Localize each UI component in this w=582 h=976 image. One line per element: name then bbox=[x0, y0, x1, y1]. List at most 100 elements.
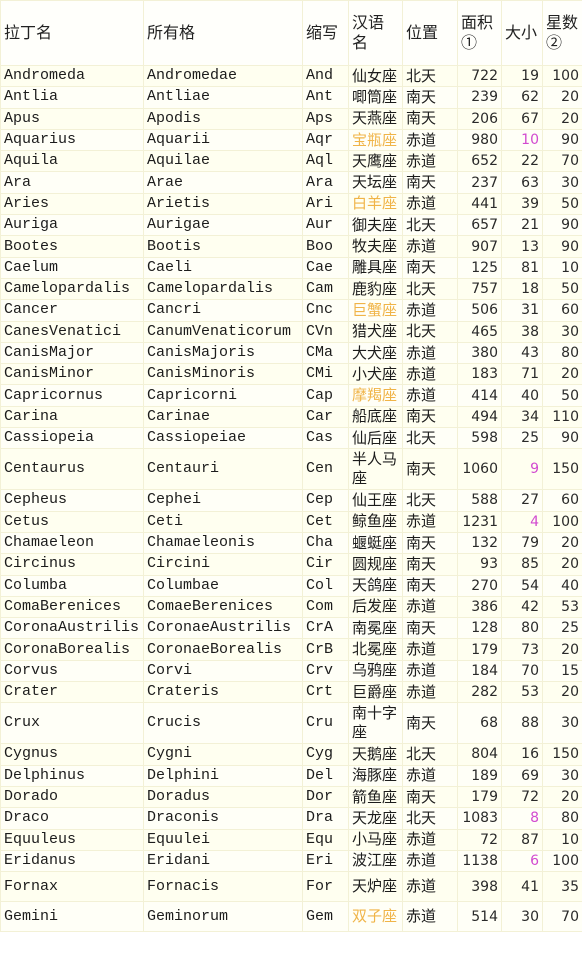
table-row: Capricornus Capricorni Cap 摩羯座 赤道 414 40 50 bbox=[0, 384, 582, 407]
cell-star-count: 53 bbox=[542, 595, 582, 619]
cell-latin-name: Centaurus bbox=[0, 448, 144, 491]
cell-genitive: Apodis bbox=[143, 107, 303, 130]
cell-latin-name: Cygnus bbox=[0, 743, 144, 766]
cell-latin-name: Andromeda bbox=[0, 64, 144, 88]
cell-position: 赤道 bbox=[402, 681, 458, 704]
cell-position: 赤道 bbox=[402, 659, 458, 683]
cell-latin-name: Dorado bbox=[0, 785, 144, 809]
cell-abbreviation: Cnc bbox=[302, 299, 349, 322]
cell-area: 980 bbox=[457, 128, 502, 152]
cell-chinese-name: 波江座 bbox=[348, 849, 403, 873]
cell-area: 506 bbox=[457, 299, 502, 322]
cell-position: 赤道 bbox=[402, 764, 458, 787]
table-row: Corvus Corvi Crv 乌鸦座 赤道 184 70 15 bbox=[0, 659, 582, 683]
cell-position: 南天 bbox=[402, 171, 458, 194]
cell-area: 239 bbox=[457, 86, 502, 109]
cell-genitive: Cephei bbox=[143, 489, 303, 512]
cell-abbreviation: Eri bbox=[302, 849, 349, 873]
cell-genitive: CanisMinoris bbox=[143, 363, 303, 386]
cell-position: 赤道 bbox=[402, 128, 458, 152]
cell-position: 赤道 bbox=[402, 384, 458, 407]
cell-size-rank: 22 bbox=[501, 150, 543, 173]
cell-star-count: 100 bbox=[542, 849, 582, 873]
cell-latin-name: Eridanus bbox=[0, 849, 144, 873]
cell-position: 北天 bbox=[402, 277, 458, 301]
cell-position: 北天 bbox=[402, 427, 458, 450]
cell-genitive: Eridani bbox=[143, 849, 303, 873]
cell-genitive: ComaeBerenices bbox=[143, 595, 303, 619]
cell-size-rank: 70 bbox=[501, 659, 543, 683]
table-row: Fornax Fornacis For 天炉座 赤道 398 41 35 bbox=[0, 871, 582, 903]
cell-star-count: 10 bbox=[542, 828, 582, 851]
cell-abbreviation: Aql bbox=[302, 150, 349, 173]
cell-chinese-name: 御夫座 bbox=[348, 214, 403, 237]
cell-genitive: Carinae bbox=[143, 405, 303, 429]
cell-position: 赤道 bbox=[402, 849, 458, 873]
constellation-table: 拉丁名 所有格 缩写 汉语名 位置 面积① 大小 星数② Andromeda An… bbox=[0, 0, 582, 933]
cell-area: 514 bbox=[457, 901, 502, 933]
cell-genitive: Delphini bbox=[143, 764, 303, 787]
cell-latin-name: Caelum bbox=[0, 256, 144, 279]
cell-latin-name: Auriga bbox=[0, 214, 144, 237]
cell-position: 北天 bbox=[402, 64, 458, 88]
cell-position: 北天 bbox=[402, 214, 458, 237]
cell-abbreviation: Cap bbox=[302, 384, 349, 407]
cell-latin-name: Draco bbox=[0, 807, 144, 830]
cell-abbreviation: Ara bbox=[302, 171, 349, 194]
cell-latin-name: Carina bbox=[0, 405, 144, 429]
cell-abbreviation: Col bbox=[302, 574, 349, 597]
cell-genitive: Crucis bbox=[143, 702, 303, 745]
cell-latin-name: Capricornus bbox=[0, 384, 144, 407]
cell-chinese-name: 南冕座 bbox=[348, 617, 403, 640]
cell-area: 386 bbox=[457, 595, 502, 619]
cell-area: 414 bbox=[457, 384, 502, 407]
table-row: Cassiopeia Cassiopeiae Cas 仙后座 北天 598 25 90 bbox=[0, 427, 582, 450]
cell-star-count: 150 bbox=[542, 448, 582, 491]
table-row: Equuleus Equulei Equ 小马座 赤道 72 87 10 bbox=[0, 828, 582, 851]
cell-latin-name: Cetus bbox=[0, 510, 144, 533]
cell-area: 380 bbox=[457, 341, 502, 365]
cell-position: 赤道 bbox=[402, 828, 458, 851]
cell-position: 北天 bbox=[402, 743, 458, 766]
cell-area: 68 bbox=[457, 702, 502, 745]
cell-genitive: Cassiopeiae bbox=[143, 427, 303, 450]
cell-star-count: 35 bbox=[542, 871, 582, 903]
table-row: CanisMinor CanisMinoris CMi 小犬座 赤道 183 71 20 bbox=[0, 363, 582, 386]
cell-chinese-name: 天鹰座 bbox=[348, 150, 403, 173]
header-latin-name: 拉丁名 bbox=[0, 0, 144, 66]
cell-star-count: 10 bbox=[542, 256, 582, 279]
cell-chinese-name: 乌鸦座 bbox=[348, 659, 403, 683]
cell-genitive: Doradus bbox=[143, 785, 303, 809]
table-row: Cygnus Cygni Cyg 天鹅座 北天 804 16 150 bbox=[0, 743, 582, 766]
cell-position: 赤道 bbox=[402, 235, 458, 258]
table-row: Ara Arae Ara 天坛座 南天 237 63 30 bbox=[0, 171, 582, 194]
cell-size-rank: 88 bbox=[501, 702, 543, 745]
cell-star-count: 15 bbox=[542, 659, 582, 683]
cell-position: 赤道 bbox=[402, 192, 458, 216]
cell-abbreviation: Dor bbox=[302, 785, 349, 809]
cell-position: 赤道 bbox=[402, 150, 458, 173]
cell-latin-name: Cancer bbox=[0, 299, 144, 322]
cell-genitive: Arae bbox=[143, 171, 303, 194]
cell-genitive: Corvi bbox=[143, 659, 303, 683]
cell-position: 南天 bbox=[402, 405, 458, 429]
table-row: CoronaAustrilis CoronaeAustrilis CrA 南冕座 南天 1… bbox=[0, 617, 582, 640]
header-row: 拉丁名 所有格 缩写 汉语名 位置 面积① 大小 星数② bbox=[0, 0, 582, 66]
cell-size-rank: 80 bbox=[501, 617, 543, 640]
cell-star-count: 80 bbox=[542, 341, 582, 365]
cell-area: 237 bbox=[457, 171, 502, 194]
cell-genitive: Camelopardalis bbox=[143, 277, 303, 301]
cell-genitive: CanumVenaticorum bbox=[143, 320, 303, 343]
cell-abbreviation: Cru bbox=[302, 702, 349, 745]
cell-chinese-name: 半人马座 bbox=[348, 448, 403, 491]
cell-genitive: CanisMajoris bbox=[143, 341, 303, 365]
header-position: 位置 bbox=[402, 0, 458, 66]
cell-chinese-name: 天鹅座 bbox=[348, 743, 403, 766]
table-row: Circinus Circini Cir 圆规座 南天 93 85 20 bbox=[0, 553, 582, 576]
cell-position: 南天 bbox=[402, 448, 458, 491]
cell-chinese-name: 雕具座 bbox=[348, 256, 403, 279]
cell-chinese-name: 北冕座 bbox=[348, 638, 403, 661]
cell-area: 465 bbox=[457, 320, 502, 343]
cell-abbreviation: Gem bbox=[302, 901, 349, 933]
cell-position: 南天 bbox=[402, 256, 458, 279]
